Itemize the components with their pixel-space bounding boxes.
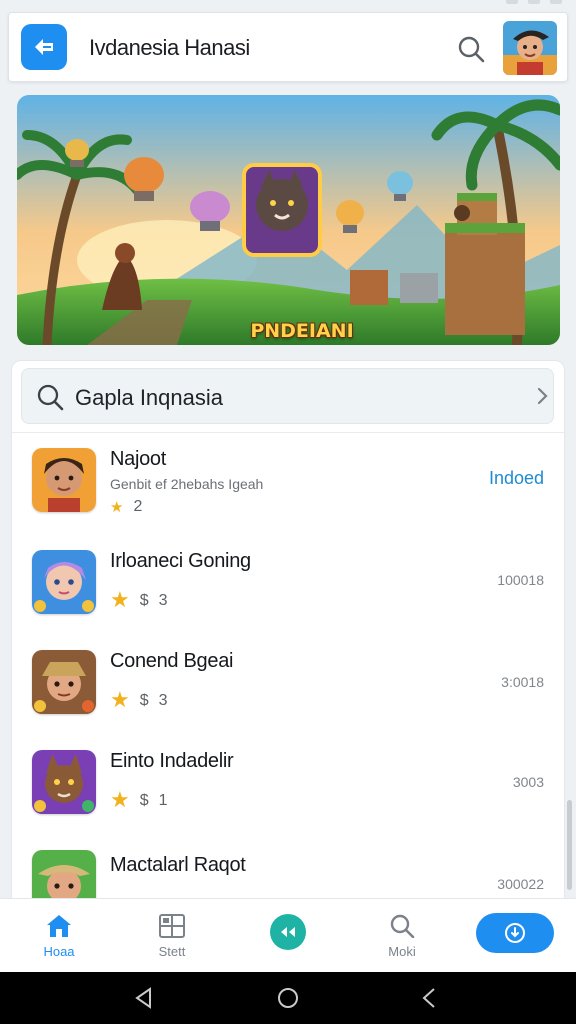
wifi-icon (528, 0, 540, 4)
star-icon: ★ (110, 588, 130, 613)
profile-avatar[interactable] (503, 21, 557, 75)
recents-icon[interactable] (418, 986, 442, 1010)
rating-value: 3 (158, 592, 168, 609)
download-icon (505, 923, 525, 943)
system-navigation-bar (0, 972, 576, 1024)
app-name: Najoot (110, 448, 167, 470)
list-item[interactable]: Najoot Genbit ef 2hebahs Igeah ★ 2 Indoe… (12, 448, 564, 548)
nav-home[interactable]: Hoaa (14, 899, 104, 973)
nav-stett-label: Stett (158, 944, 186, 959)
grid-icon (159, 914, 185, 938)
top-search-bar[interactable]: Ivdanesia Hanasi (8, 12, 568, 82)
app-icon-conend[interactable] (32, 650, 96, 714)
banner-title: PNDEIANI (250, 320, 354, 342)
rating-value: 3 (158, 692, 168, 709)
search-icon (390, 914, 415, 938)
battery-icon (550, 0, 562, 4)
app-downloads: 3003 (512, 774, 544, 790)
back-icon[interactable] (132, 986, 156, 1010)
app-rating: ★ $ 3 (110, 690, 168, 712)
app-rating: ★ $ 1 (110, 790, 168, 812)
app-rating: ★ $ 3 (110, 590, 168, 612)
category-search-row[interactable]: Gapla Inqnasia (21, 368, 554, 424)
home-circle-icon[interactable] (276, 986, 300, 1010)
app-downloads: 300022 (497, 876, 544, 892)
app-name: Conend Bgeai (110, 650, 234, 672)
app-name: Mactalarl Raqot (110, 854, 246, 876)
app-rating: ★ 2 (110, 498, 142, 516)
search-icon (36, 383, 64, 411)
app-downloads: 3:0018 (501, 674, 544, 690)
list-item[interactable]: Einto Indadelir ★ $ 1 3003 (12, 750, 564, 850)
divider (12, 432, 564, 433)
rating-price: $ (139, 592, 149, 609)
rating-value: 1 (158, 792, 168, 809)
home-icon (47, 915, 71, 937)
star-icon: ★ (110, 788, 130, 813)
play-icon[interactable] (270, 914, 306, 950)
install-link[interactable]: Indoed (489, 468, 544, 489)
list-item[interactable]: Irloaneci Goning ★ $ 3 100018 (12, 550, 564, 650)
search-icon[interactable] (455, 33, 487, 65)
chevron-right-icon[interactable] (535, 386, 551, 406)
app-icon-najoot[interactable] (32, 448, 96, 512)
download-button[interactable] (476, 913, 554, 953)
scrollbar[interactable] (567, 800, 572, 890)
star-icon: ★ (110, 688, 130, 713)
list-item[interactable]: Mactalarl Raqot 300022 (12, 850, 564, 898)
app-title: Ivdanesia Hanasi (89, 35, 250, 60)
app-name: Einto Indadelir (110, 750, 234, 772)
app-icon-irloaneci[interactable] (32, 550, 96, 614)
nav-moki-label: Moki (388, 944, 416, 959)
nav-home-label: Hoaa (43, 944, 75, 959)
app-icon-mactalarl[interactable] (32, 850, 96, 898)
app-downloads: 100018 (497, 572, 544, 588)
rating-price: $ (139, 792, 149, 809)
signal-icon (506, 0, 518, 4)
featured-banner[interactable]: PNDEIANI (17, 95, 560, 345)
rating-value: 2 (133, 498, 143, 515)
category-search-text: Gapla Inqnasia (75, 385, 223, 410)
nav-stett[interactable]: Stett (127, 899, 217, 973)
app-subtitle: Genbit ef 2hebahs Igeah (110, 476, 264, 492)
status-bar (0, 0, 576, 10)
status-icons (506, 0, 562, 4)
app-icon-einto[interactable] (32, 750, 96, 814)
app-name: Irloaneci Goning (110, 550, 251, 572)
list-item[interactable]: Conend Bgeai ★ $ 3 3:0018 (12, 650, 564, 750)
nav-moki[interactable]: Moki (357, 899, 447, 973)
rating-price: $ (139, 692, 149, 709)
star-icon: ★ (110, 497, 124, 516)
share-arrow-icon[interactable] (21, 24, 67, 70)
